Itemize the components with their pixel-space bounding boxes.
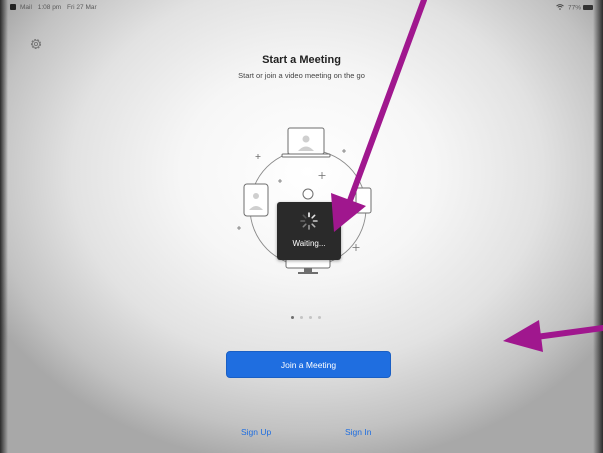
page-dot-1[interactable] [291,316,294,319]
status-time: 1:08 pm [37,4,62,11]
laptop-icon [281,127,331,158]
page-indicator[interactable] [291,316,331,322]
page-dot-3[interactable] [309,316,312,319]
page-dot-2[interactable] [300,316,303,319]
waiting-hud: Waiting... [277,202,341,260]
waiting-label: Waiting... [292,239,326,248]
battery-percent: 77% [567,4,581,12]
status-date: Fri 27 Mar [67,4,97,11]
status-bar: Mail 1:08 pm Fri 27 Mar 77% [10,3,593,15]
page-title: Start a Meeting [262,54,341,66]
tablet-icon [243,183,269,217]
gear-icon[interactable] [29,37,43,51]
status-left: Mail 1:08 pm Fri 27 Mar [10,4,101,11]
wifi-icon [556,4,564,10]
sign-in-link[interactable]: Sign In [345,427,371,437]
back-app-label[interactable]: Mail [20,4,32,11]
app-screen: Mail 1:08 pm Fri 27 Mar 77% Start a Meet… [0,0,603,453]
join-meeting-button[interactable]: Join a Meeting [226,351,391,378]
back-app-icon [10,4,16,10]
page-dot-4[interactable] [318,316,321,319]
battery-icon [583,5,593,10]
annotation-arrow-left [503,320,603,352]
sign-up-link[interactable]: Sign Up [241,427,271,437]
right-bezel-shadow [593,0,603,453]
left-bezel-shadow [0,0,8,453]
phone-icon [355,187,372,214]
person-icon [302,188,314,200]
spinner-icon [300,212,318,230]
status-right: 77% [556,4,593,12]
page-subtitle: Start or join a video meeting on the go [238,71,365,80]
